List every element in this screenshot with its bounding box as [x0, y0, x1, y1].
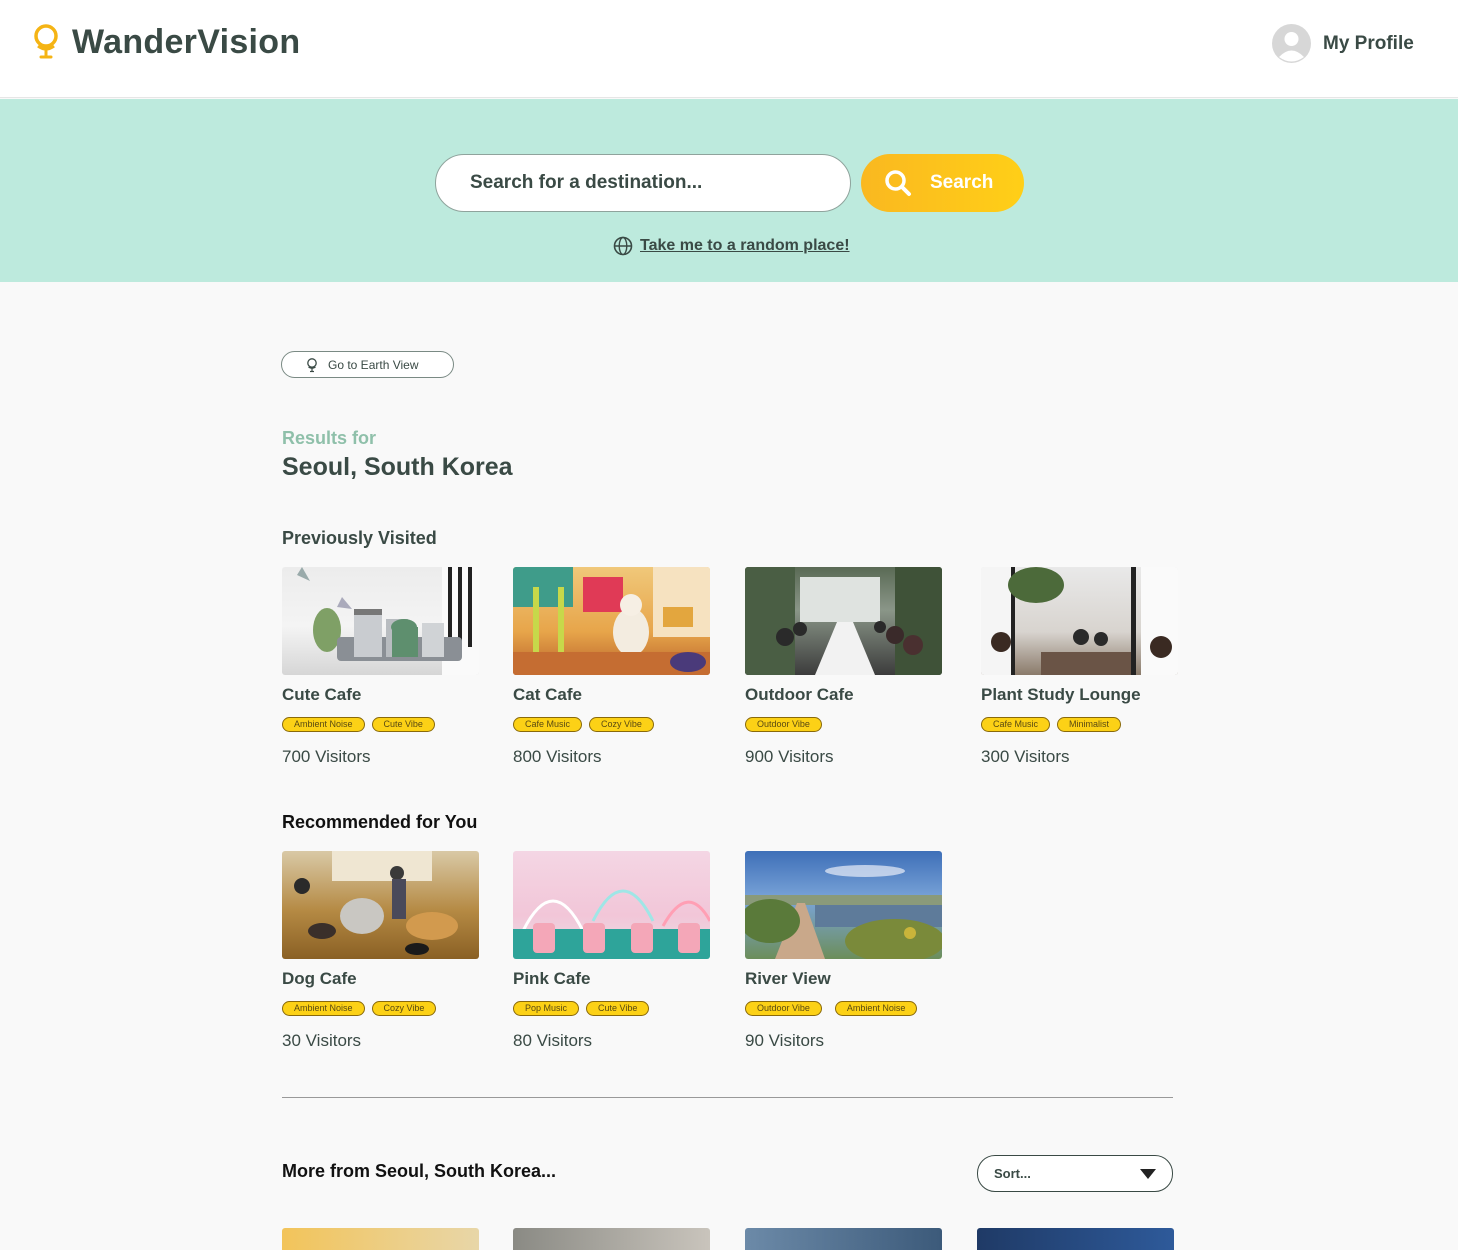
- chevron-down-icon: [1140, 1168, 1156, 1179]
- search-input[interactable]: [435, 154, 851, 212]
- tag-badge[interactable]: Cute Vibe: [586, 1001, 650, 1016]
- more-heading: More from Seoul, South Korea...: [282, 1161, 557, 1181]
- place-photo-river-view: [745, 851, 942, 959]
- place-card[interactable]: River View Outdoor Vibe Ambient Noise 90…: [745, 851, 942, 1051]
- tag-badge[interactable]: Minimalist: [1057, 717, 1122, 732]
- tag-list: Pop Music Cute Vibe: [513, 1001, 710, 1016]
- place-photo-outdoor-cafe: [745, 567, 942, 675]
- tag-badge[interactable]: Cozy Vibe: [589, 717, 654, 732]
- sort-label: Sort...: [994, 1166, 1031, 1181]
- tag-badge[interactable]: Cute Vibe: [371, 717, 435, 732]
- recommended-heading: Recommended for You: [282, 812, 478, 832]
- tag-badge[interactable]: Cozy Vibe: [371, 1001, 437, 1016]
- place-card-thumbnail[interactable]: [745, 1228, 942, 1250]
- sort-dropdown[interactable]: Sort...: [977, 1155, 1173, 1192]
- visitor-count: 80 Visitors: [513, 1031, 593, 1050]
- section-divider: [282, 1097, 1173, 1098]
- visitor-count: 300 Visitors: [981, 747, 1070, 766]
- app-logo[interactable]: WanderVision: [32, 22, 300, 62]
- visitor-count: 30 Visitors: [282, 1031, 362, 1050]
- place-name: Dog Cafe: [282, 969, 357, 988]
- place-name: Cat Cafe: [513, 685, 582, 704]
- avatar-icon: [1272, 24, 1311, 63]
- place-card-thumbnail[interactable]: [513, 1228, 710, 1250]
- tag-badge[interactable]: Ambient Noise: [282, 717, 365, 732]
- visitor-count: 700 Visitors: [282, 747, 371, 766]
- search-button[interactable]: Search: [861, 154, 1024, 212]
- tag-list: Outdoor Vibe Ambient Noise: [745, 1001, 942, 1016]
- tag-list: Outdoor Vibe: [745, 717, 942, 732]
- top-bar: WanderVision My Profile: [0, 0, 1458, 98]
- profile-button[interactable]: My Profile: [1272, 24, 1414, 63]
- place-photo-plant-study-lounge: [981, 567, 1178, 675]
- place-card[interactable]: Outdoor Cafe Outdoor Vibe 900 Visitors: [745, 567, 942, 767]
- tag-list: Cafe Music Cozy Vibe: [513, 717, 710, 732]
- tag-list: Cafe Music Minimalist: [981, 717, 1178, 732]
- globe-icon: [613, 236, 633, 256]
- app-title: WanderVision: [72, 22, 301, 61]
- search-hero: Search Take me to a random place!: [0, 99, 1458, 282]
- place-card-thumbnail[interactable]: [977, 1228, 1174, 1250]
- tag-list: Ambient Noise Cozy Vibe: [282, 1001, 479, 1016]
- profile-label: My Profile: [1323, 32, 1414, 54]
- tag-badge[interactable]: Ambient Noise: [282, 1001, 365, 1016]
- place-name: River View: [745, 969, 831, 988]
- tag-badge[interactable]: Outdoor Vibe: [745, 1001, 822, 1016]
- tag-list: Ambient Noise Cute Vibe: [282, 717, 479, 732]
- tag-badge[interactable]: Outdoor Vibe: [745, 717, 822, 732]
- tag-badge[interactable]: Cafe Music: [981, 717, 1051, 732]
- visitor-count: 900 Visitors: [745, 747, 834, 766]
- visitor-count: 90 Visitors: [745, 1031, 825, 1050]
- place-name: Outdoor Cafe: [745, 685, 854, 704]
- globe-pin-icon: [307, 357, 317, 372]
- earth-view-button[interactable]: Go to Earth View: [281, 351, 454, 378]
- search-icon: [885, 170, 911, 196]
- results-prefix: Results for: [282, 428, 377, 448]
- tag-badge[interactable]: Pop Music: [513, 1001, 580, 1016]
- place-photo-pink-cafe: [513, 851, 710, 959]
- tag-badge[interactable]: Cafe Music: [513, 717, 583, 732]
- place-card[interactable]: Plant Study Lounge Cafe Music Minimalist…: [981, 567, 1178, 767]
- random-place-link[interactable]: Take me to a random place!: [613, 236, 850, 256]
- earth-view-label: Go to Earth View: [328, 357, 419, 372]
- place-photo-dog-cafe: [282, 851, 479, 959]
- place-card[interactable]: Cat Cafe Cafe Music Cozy Vibe 800 Visito…: [513, 567, 710, 767]
- search-button-label: Search: [930, 172, 994, 193]
- place-card[interactable]: Cute Cafe Ambient Noise Cute Vibe 700 Vi…: [282, 567, 479, 767]
- place-photo-cat-cafe: [513, 567, 710, 675]
- tag-badge[interactable]: Ambient Noise: [834, 1001, 918, 1016]
- place-card[interactable]: Dog Cafe Ambient Noise Cozy Vibe 30 Visi…: [282, 851, 479, 1051]
- visitor-count: 800 Visitors: [513, 747, 602, 766]
- place-name: Plant Study Lounge: [981, 685, 1141, 704]
- previously-visited-heading: Previously Visited: [282, 528, 437, 548]
- globe-pin-logo-icon: [34, 24, 58, 59]
- place-photo-cute-cafe: [282, 567, 479, 675]
- place-name: Pink Cafe: [513, 969, 591, 988]
- random-place-label: Take me to a random place!: [640, 237, 850, 254]
- place-card[interactable]: Pink Cafe Pop Music Cute Vibe 80 Visitor…: [513, 851, 710, 1051]
- results-location: Seoul, South Korea: [282, 453, 513, 481]
- place-card-thumbnail[interactable]: [282, 1228, 479, 1250]
- place-name: Cute Cafe: [282, 685, 362, 704]
